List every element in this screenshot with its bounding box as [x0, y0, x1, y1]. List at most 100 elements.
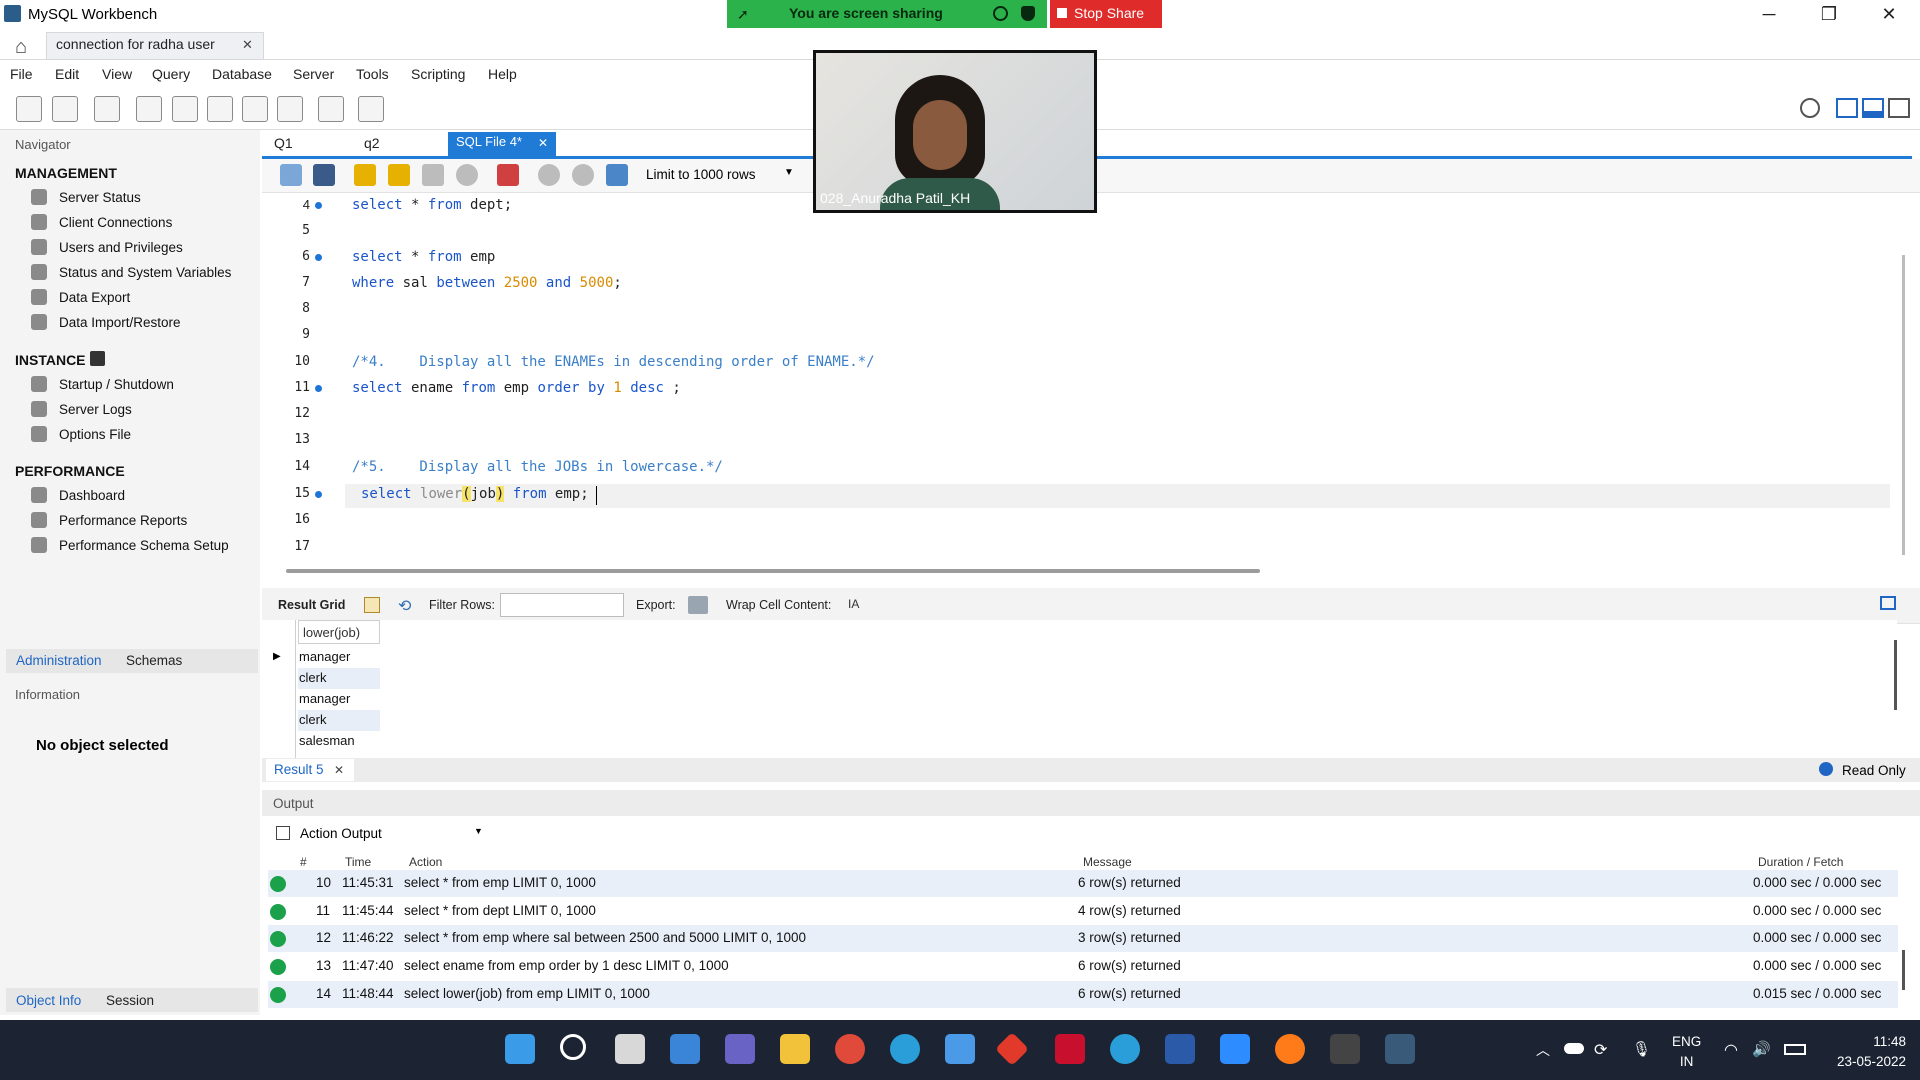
create-procedure-icon[interactable]: [242, 96, 268, 122]
result-grid-label[interactable]: Result Grid: [278, 598, 345, 612]
output-row[interactable]: 10 11:45:31 select * from emp LIMIT 0, 1…: [268, 870, 1898, 897]
firefox-icon[interactable]: [1275, 1034, 1305, 1064]
menu-help[interactable]: Help: [488, 66, 517, 82]
file-explorer-icon[interactable]: [780, 1034, 810, 1064]
menu-edit[interactable]: Edit: [55, 66, 79, 82]
menu-database[interactable]: Database: [212, 66, 272, 82]
grid-cell[interactable]: manager: [298, 647, 380, 668]
store-icon[interactable]: [945, 1034, 975, 1064]
menu-scripting[interactable]: Scripting: [411, 66, 465, 82]
editor-horizontal-scrollbar[interactable]: [286, 569, 1260, 573]
teams-chat-icon[interactable]: [725, 1034, 755, 1064]
export-icon[interactable]: [688, 596, 708, 614]
nav-users-privileges[interactable]: Users and Privileges: [59, 240, 183, 255]
zoom-icon[interactable]: [1220, 1034, 1250, 1064]
wifi-icon[interactable]: ◠: [1724, 1040, 1738, 1060]
tab-q2[interactable]: q2: [364, 135, 380, 151]
mcafee-icon[interactable]: [1055, 1034, 1085, 1064]
grid-view-icon[interactable]: [364, 597, 380, 613]
close-result-tab-icon[interactable]: ✕: [334, 763, 344, 777]
chrome-icon[interactable]: [835, 1034, 865, 1064]
grid-cell[interactable]: salesman: [298, 731, 380, 752]
editor-vertical-scrollbar[interactable]: [1902, 255, 1905, 555]
toggle-error-icon[interactable]: [497, 164, 519, 186]
search-icon[interactable]: [560, 1034, 586, 1060]
save-icon[interactable]: [313, 164, 335, 186]
word-icon[interactable]: [1165, 1034, 1195, 1064]
edge-icon[interactable]: [890, 1034, 920, 1064]
sync-icon[interactable]: ⟳: [1594, 1040, 1607, 1060]
mysql-shell-icon[interactable]: [1330, 1034, 1360, 1064]
nav-data-import[interactable]: Data Import/Restore: [59, 315, 181, 330]
nav-performance-schema-setup[interactable]: Performance Schema Setup: [59, 538, 229, 553]
explain-icon[interactable]: [422, 164, 444, 186]
grid-cell[interactable]: clerk: [298, 710, 380, 731]
minimize-icon[interactable]: ─: [1746, 4, 1792, 28]
menu-query[interactable]: Query: [152, 66, 190, 82]
widgets-icon[interactable]: [670, 1034, 700, 1064]
grid-cell[interactable]: manager: [298, 689, 380, 710]
settings-icon[interactable]: [1800, 98, 1820, 118]
home-icon[interactable]: ⌂: [15, 36, 27, 59]
create-table-icon[interactable]: [172, 96, 198, 122]
nav-data-export[interactable]: Data Export: [59, 290, 130, 305]
nav-startup-shutdown[interactable]: Startup / Shutdown: [59, 377, 174, 392]
close-tab-icon[interactable]: ✕: [242, 37, 253, 53]
filter-rows-input[interactable]: [500, 593, 624, 617]
nav-client-connections[interactable]: Client Connections: [59, 215, 172, 230]
nav-server-status[interactable]: Server Status: [59, 190, 141, 205]
battery-icon[interactable]: [1784, 1044, 1806, 1055]
output-type-select[interactable]: Action Output ▼: [300, 822, 486, 846]
menu-tools[interactable]: Tools: [356, 66, 389, 82]
commit-icon[interactable]: [538, 164, 560, 186]
close-sql-tab-icon[interactable]: ✕: [538, 136, 548, 150]
open-file-icon[interactable]: [280, 164, 302, 186]
tab-q1[interactable]: Q1: [274, 135, 293, 151]
wrap-text-icon[interactable]: IA: [848, 597, 859, 611]
grid-vertical-scrollbar[interactable]: [1894, 640, 1897, 710]
tab-session[interactable]: Session: [106, 993, 154, 1008]
autocommit-icon[interactable]: [606, 164, 628, 186]
create-function-icon[interactable]: [277, 96, 303, 122]
output-row[interactable]: 14 11:48:44 select lower(job) from emp L…: [268, 981, 1898, 1008]
menu-file[interactable]: File: [10, 66, 33, 82]
tab-administration[interactable]: Administration: [16, 653, 102, 668]
output-row[interactable]: 12 11:46:22 select * from emp where sal …: [268, 925, 1898, 952]
nav-performance-reports[interactable]: Performance Reports: [59, 513, 187, 528]
result-panel-toggle-icon[interactable]: [1880, 596, 1896, 610]
start-icon[interactable]: [505, 1034, 535, 1064]
limit-rows-select[interactable]: Limit to 1000 rows ▼: [646, 164, 796, 188]
toggle-output-icon[interactable]: [1862, 98, 1884, 118]
copy-icon[interactable]: [276, 826, 290, 840]
task-view-icon[interactable]: [615, 1034, 645, 1064]
grid-column-header[interactable]: lower(job): [298, 620, 380, 644]
open-sql-script-icon[interactable]: [52, 96, 78, 122]
clock[interactable]: 11:48 23-05-2022: [1820, 1032, 1906, 1072]
menu-server[interactable]: Server: [293, 66, 334, 82]
rollback-icon[interactable]: [572, 164, 594, 186]
output-vertical-scrollbar[interactable]: [1902, 950, 1905, 990]
mysql-workbench-taskbar-icon[interactable]: [1385, 1034, 1415, 1064]
menu-view[interactable]: View: [102, 66, 132, 82]
nav-options-file[interactable]: Options File: [59, 427, 131, 442]
execute-current-icon[interactable]: [388, 164, 410, 186]
toggle-sidebar-icon[interactable]: [1836, 98, 1858, 118]
output-row[interactable]: 11 11:45:44 select * from dept LIMIT 0, …: [268, 898, 1898, 925]
reconnect-icon[interactable]: [358, 96, 384, 122]
language-indicator[interactable]: ENG IN: [1672, 1032, 1701, 1072]
help-icon[interactable]: [1110, 1034, 1140, 1064]
tab-object-info[interactable]: Object Info: [16, 993, 81, 1008]
nav-status-variables[interactable]: Status and System Variables: [59, 265, 231, 280]
search-table-data-icon[interactable]: [318, 96, 344, 122]
restore-icon[interactable]: ❐: [1806, 4, 1852, 28]
onedrive-icon[interactable]: [1564, 1043, 1584, 1054]
toggle-secondary-sidebar-icon[interactable]: [1888, 98, 1910, 118]
stop-query-icon[interactable]: [456, 164, 478, 186]
nav-dashboard[interactable]: Dashboard: [59, 488, 125, 503]
create-view-icon[interactable]: [207, 96, 233, 122]
output-row[interactable]: 13 11:47:40 select ename from emp order …: [268, 953, 1898, 980]
nav-server-logs[interactable]: Server Logs: [59, 402, 132, 417]
refresh-icon[interactable]: ⟲: [398, 596, 411, 616]
create-schema-icon[interactable]: [136, 96, 162, 122]
chevron-up-icon[interactable]: ︿: [1536, 1040, 1550, 1060]
